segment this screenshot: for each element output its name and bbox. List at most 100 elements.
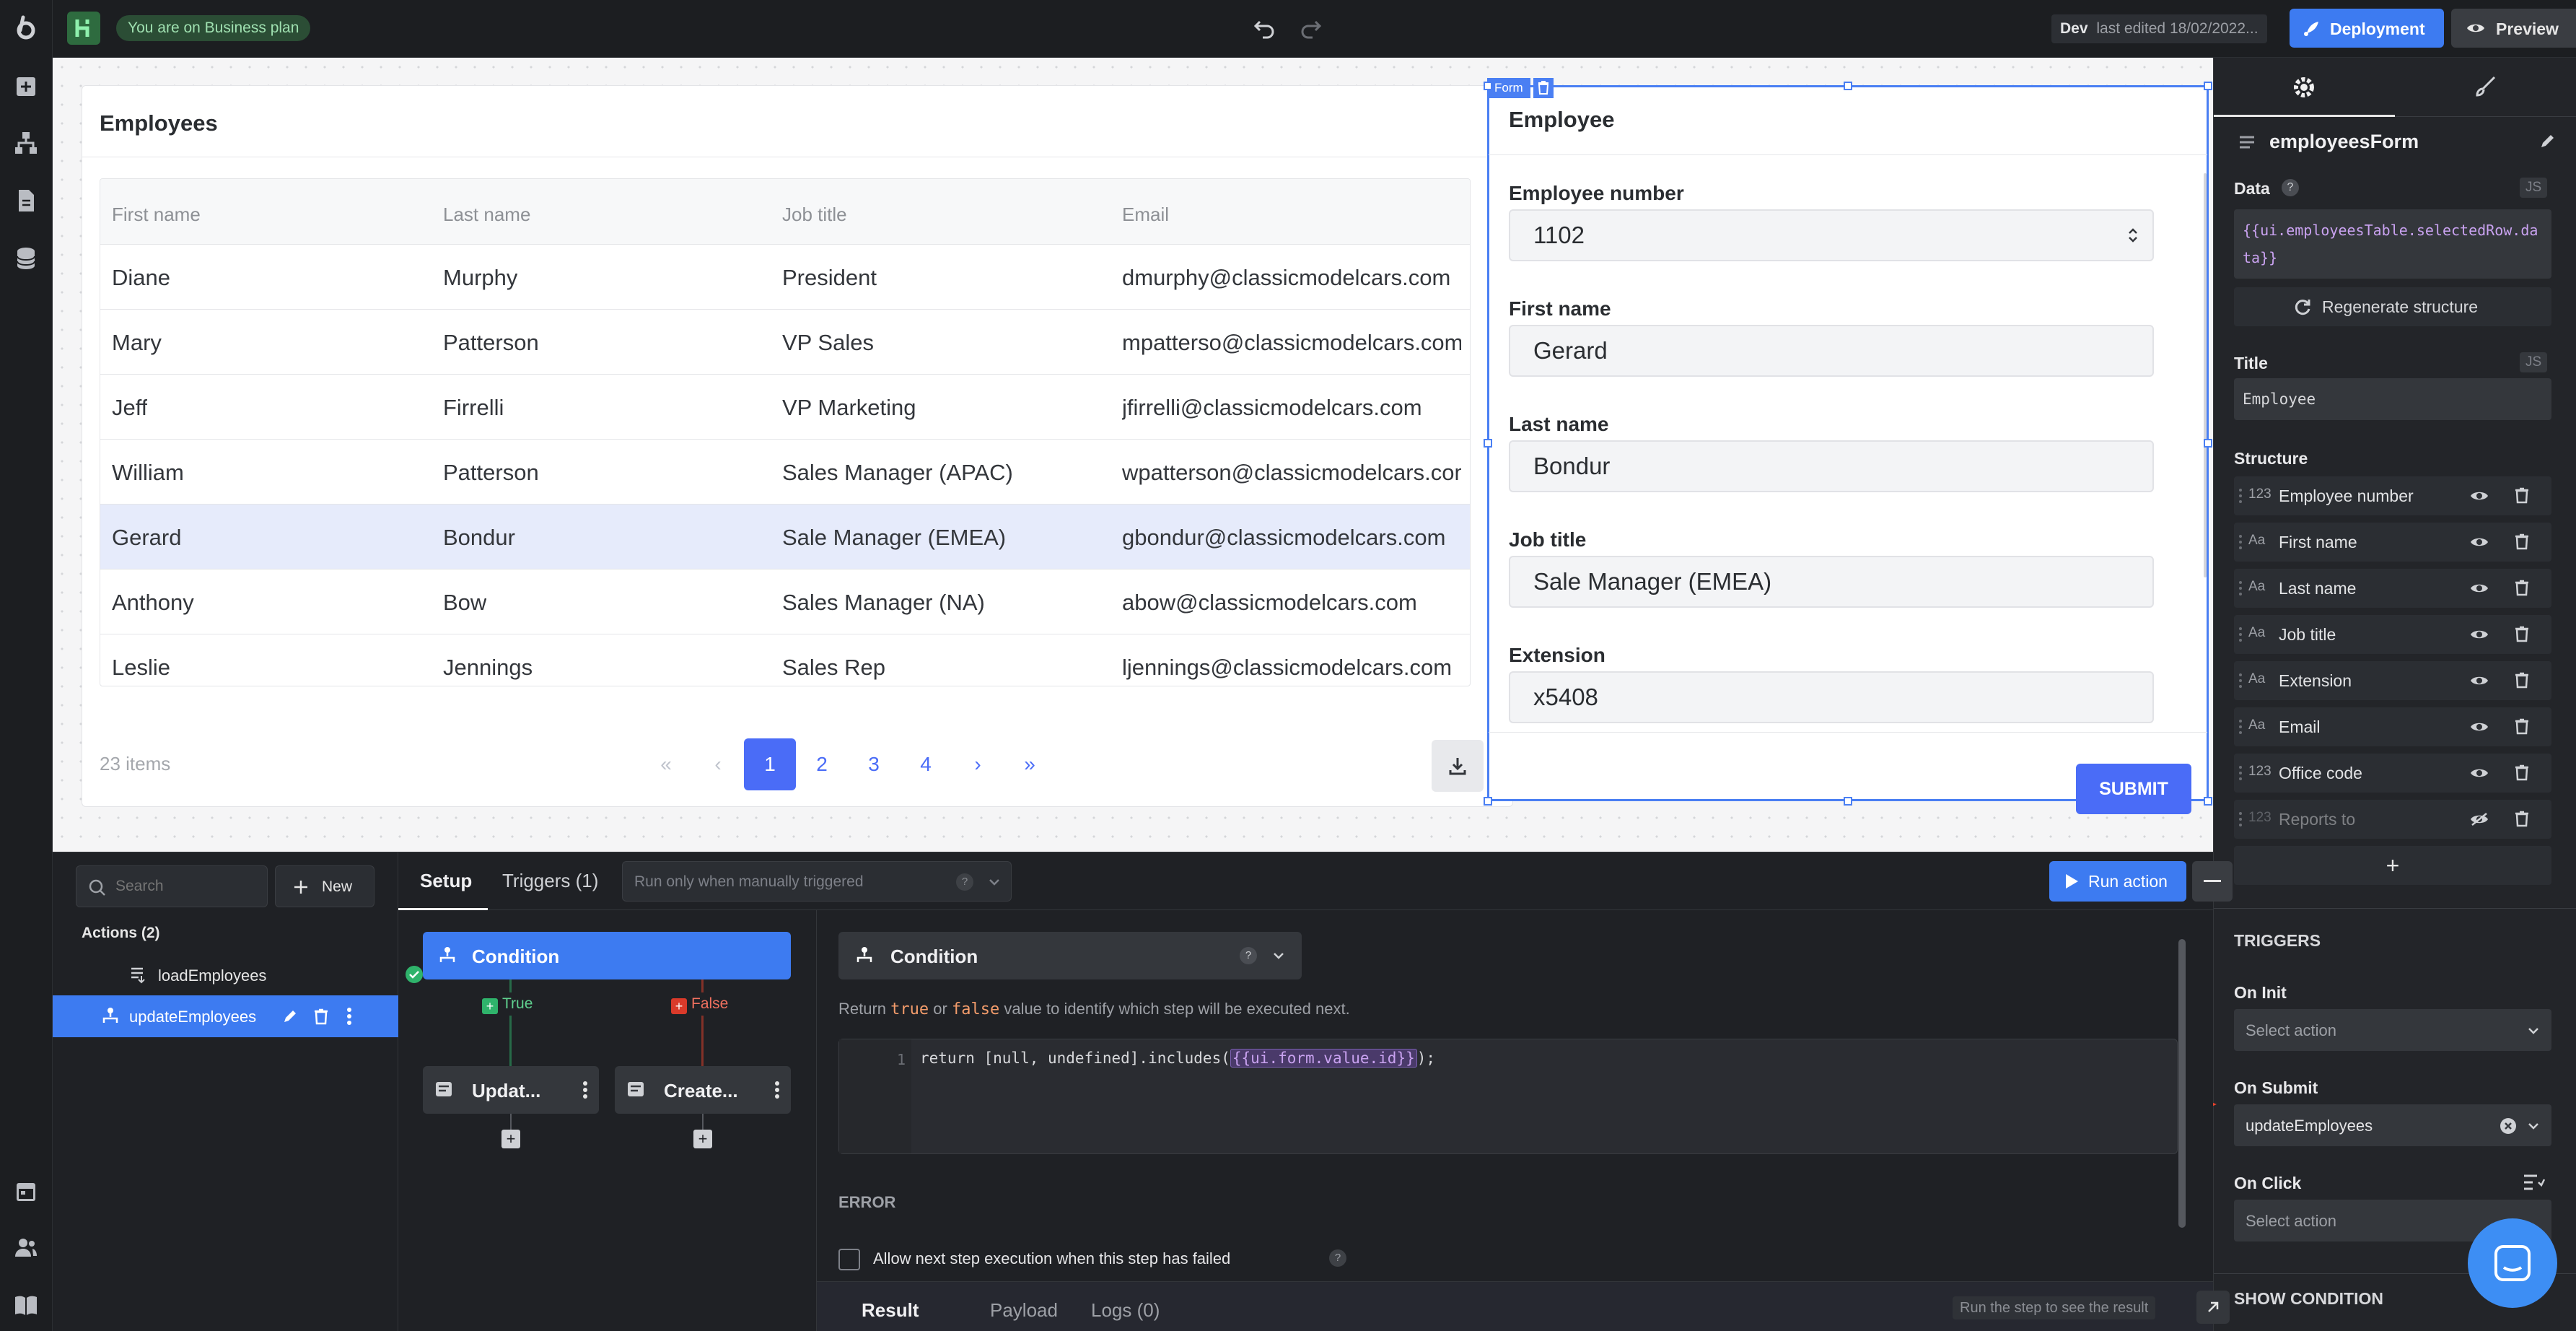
preview-button[interactable]: Preview [2451, 9, 2576, 48]
add-step-button[interactable]: + [501, 1130, 520, 1148]
trash-icon[interactable] [2514, 533, 2530, 550]
run-action-button[interactable]: Run action [2049, 861, 2186, 902]
drag-handle-icon[interactable] [2238, 533, 2246, 551]
new-action-button[interactable]: New [275, 865, 374, 907]
structure-item[interactable]: 123 Employee number [2234, 476, 2551, 515]
employees-form-widget[interactable]: Form Employee Employee number 1102 First n… [1481, 78, 2214, 814]
editor-scrollbar[interactable] [2178, 939, 2186, 1228]
allow-failure-checkbox[interactable] [838, 1249, 860, 1270]
eye-icon[interactable] [2469, 535, 2489, 549]
table-row[interactable]: Diane Murphy President dmurphy@classicmodel… [100, 244, 1470, 309]
app-icon[interactable] [67, 12, 100, 45]
run-mode-select[interactable]: Run only when manually triggered ? [622, 861, 1012, 902]
calendar-icon[interactable] [13, 1178, 39, 1204]
resize-handle[interactable] [2204, 82, 2212, 90]
trash-icon[interactable] [2514, 810, 2530, 827]
code-editor[interactable]: 1 return [null, undefined].includes({{ui… [838, 1039, 2178, 1154]
tab-setup[interactable]: Setup [398, 852, 488, 910]
resize-handle[interactable] [1844, 797, 1852, 806]
resize-handle[interactable] [1844, 82, 1852, 90]
table-row[interactable]: Mary Patterson VP Sales mpatterso@classicmo… [100, 309, 1470, 374]
tab-result[interactable]: Result [862, 1299, 919, 1322]
trash-icon[interactable] [2514, 486, 2530, 504]
resize-handle[interactable] [1484, 797, 1492, 806]
pencil-icon[interactable] [282, 1008, 298, 1024]
structure-item[interactable]: 123 Reports to [2234, 800, 2551, 839]
form-scrollbar[interactable] [2204, 173, 2207, 577]
page-button-4[interactable]: 4 [900, 738, 952, 790]
data-input[interactable]: {{ui.employeesTable.selectedRow.data}} [2234, 209, 2551, 279]
actions-search[interactable] [76, 865, 268, 907]
form-field-input[interactable]: Sale Manager (EMEA) [1509, 556, 2154, 608]
tab-logs[interactable]: Logs (0) [1091, 1299, 1160, 1322]
condition-node[interactable]: Condition [423, 932, 791, 979]
resize-handle[interactable] [1484, 439, 1492, 448]
column-header[interactable]: Email [1122, 204, 1169, 226]
structure-item[interactable]: Aa Job title [2234, 615, 2551, 654]
action-item-update-employees[interactable]: updateEmployees [53, 995, 398, 1037]
more-options-icon[interactable] [774, 1081, 781, 1099]
eye-off-icon[interactable] [2469, 812, 2489, 826]
on-init-select[interactable]: Select action [2234, 1009, 2551, 1051]
tab-triggers[interactable]: Triggers (1) [488, 852, 610, 910]
form-field-input[interactable]: x5408 [1509, 671, 2154, 723]
document-icon[interactable] [13, 188, 39, 214]
column-header[interactable]: First name [112, 204, 201, 226]
drag-handle-icon[interactable] [2238, 717, 2246, 736]
drag-handle-icon[interactable] [2238, 671, 2246, 690]
stepper-icon[interactable] [2126, 225, 2139, 245]
more-options-icon[interactable] [346, 1007, 353, 1026]
form-field-input[interactable]: 1102 [1509, 209, 2154, 261]
trash-icon[interactable] [2514, 579, 2530, 596]
download-button[interactable] [1432, 740, 1484, 792]
regenerate-structure-button[interactable]: Regenerate structure [2234, 287, 2551, 326]
step-type-select[interactable]: Condition ? [838, 932, 1302, 979]
first-page-button[interactable]: « [640, 738, 692, 790]
table-row[interactable]: Leslie Jennings Sales Rep ljennings@classic… [100, 634, 1470, 686]
eye-icon[interactable] [2469, 766, 2489, 780]
drag-handle-icon[interactable] [2238, 810, 2246, 829]
prev-page-button[interactable]: ‹ [692, 738, 744, 790]
next-page-button[interactable]: › [952, 738, 1004, 790]
false-step-node[interactable]: Create... [615, 1066, 791, 1114]
hierarchy-icon[interactable] [13, 130, 39, 156]
deployment-button[interactable]: Deployment [2290, 9, 2444, 48]
drag-handle-icon[interactable] [2238, 625, 2246, 644]
pencil-icon[interactable] [2538, 133, 2556, 150]
structure-item[interactable]: 123 Office code [2234, 754, 2551, 793]
structure-item[interactable]: Aa First name [2234, 523, 2551, 562]
tab-style[interactable] [2395, 58, 2576, 117]
last-page-button[interactable]: » [1004, 738, 1056, 790]
resize-handle[interactable] [1484, 82, 1492, 90]
expand-result-button[interactable] [2196, 1291, 2230, 1324]
column-header[interactable]: Job title [782, 204, 847, 226]
clear-icon[interactable] [2500, 1117, 2517, 1135]
help-icon[interactable]: ? [1240, 947, 1257, 964]
add-step-button[interactable]: + [693, 1130, 712, 1148]
app-logo-icon[interactable] [13, 14, 39, 40]
component-name[interactable]: employeesForm [2269, 131, 2419, 153]
trash-icon[interactable] [2514, 717, 2530, 735]
database-icon[interactable] [13, 245, 39, 271]
tab-payload[interactable]: Payload [990, 1299, 1058, 1322]
title-input[interactable]: Employee [2234, 378, 2551, 420]
resize-handle[interactable] [2204, 797, 2212, 806]
true-step-node[interactable]: Updat... [423, 1066, 599, 1114]
js-toggle[interactable]: JS [2520, 352, 2548, 372]
chat-launcher-button[interactable] [2468, 1218, 2557, 1308]
tab-settings[interactable] [2214, 58, 2395, 117]
trash-icon[interactable] [2514, 764, 2530, 781]
trigger-options-icon[interactable] [2523, 1172, 2546, 1192]
help-icon[interactable]: ? [956, 873, 973, 891]
delete-component-icon[interactable] [1533, 78, 1554, 98]
page-button-2[interactable]: 2 [796, 738, 848, 790]
eye-icon[interactable] [2469, 489, 2489, 503]
users-icon[interactable] [13, 1234, 39, 1260]
drag-handle-icon[interactable] [2238, 579, 2246, 598]
add-field-button[interactable]: + [2234, 846, 2551, 885]
structure-item[interactable]: Aa Extension [2234, 661, 2551, 700]
submit-button[interactable]: SUBMIT [2076, 764, 2191, 814]
trash-icon[interactable] [313, 1008, 329, 1025]
page-button-3[interactable]: 3 [848, 738, 900, 790]
help-icon[interactable]: ? [2282, 179, 2299, 196]
